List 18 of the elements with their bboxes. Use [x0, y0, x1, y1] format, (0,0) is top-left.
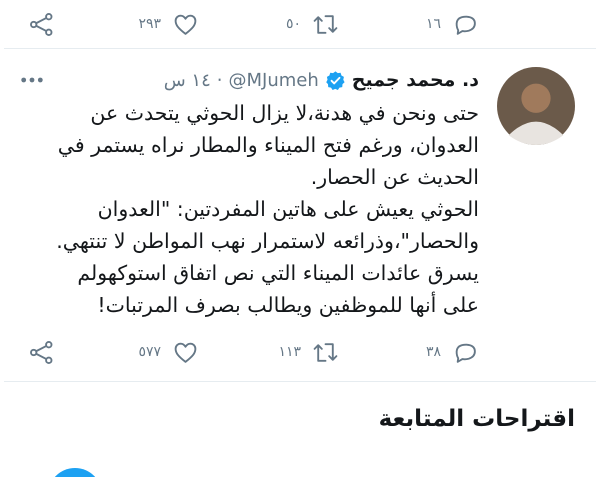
share-icon[interactable]: [29, 12, 54, 36]
heart-icon[interactable]: [173, 340, 198, 364]
like-count: ٢٩٣: [138, 16, 161, 32]
reply-count: ١٦: [426, 16, 441, 32]
heart-icon[interactable]: [173, 12, 198, 36]
handle: @MJumeh: [228, 70, 319, 90]
like-count: ٥٧٧: [138, 344, 161, 360]
avatar[interactable]: [497, 67, 575, 145]
author-name[interactable]: د. محمد جميح: [352, 69, 479, 91]
section-title: اقتراحات المتابعة: [378, 405, 576, 432]
reply-count: ٣٨: [426, 344, 441, 360]
retweet-count: ١١٣: [278, 344, 301, 360]
more-icon[interactable]: [20, 76, 44, 84]
timestamp: ١٤ س: [164, 70, 211, 90]
tweet-text: حتى ونحن في هدنة،لا يزال الحوثي يتحدث عن العدوان، ورغم فتح الميناء والمطار نراه يستمر في الحديث عن الحصار. الحوثي يعيش على هاتين المفردتين: "العدوان والحصار"،وذرائعه لاستمرار نهب المواطن لا تنتهي. يسرق عائدات الميناء التي نص اتفاق استوكهولم على أنها للموظفين ويطالب بصرف المرتبات!: [55, 100, 479, 319]
share-icon[interactable]: [29, 340, 54, 364]
separator: ·: [216, 70, 222, 90]
retweet-count: ٥٠: [286, 16, 301, 32]
